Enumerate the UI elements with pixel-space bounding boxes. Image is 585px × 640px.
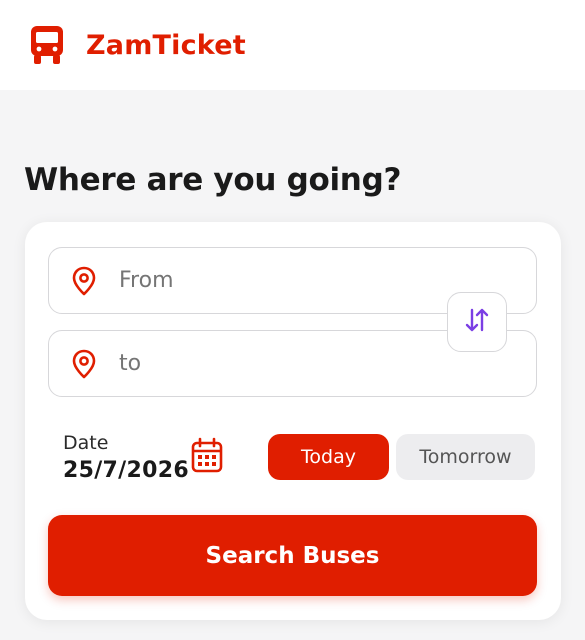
calendar-icon[interactable] (190, 437, 224, 475)
date-value: 25/7/2026 (63, 458, 189, 483)
brand-name: ZamTicket (86, 29, 246, 61)
swap-vertical-arrows-icon (462, 305, 492, 339)
swap-button[interactable] (447, 292, 507, 352)
tomorrow-chip[interactable]: Tomorrow (396, 434, 535, 480)
search-card: Date 25/7/2026 Today Tomorrow Search Bus… (25, 222, 561, 620)
date-label: Date (63, 432, 109, 454)
bus-icon (30, 25, 64, 65)
location-pin-icon (71, 349, 97, 379)
from-input[interactable] (119, 268, 419, 293)
to-input[interactable] (119, 351, 419, 376)
search-buses-button[interactable]: Search Buses (48, 515, 537, 596)
location-pin-icon (71, 266, 97, 296)
app: ZamTicket Where are you going? From to D… (0, 0, 585, 640)
today-chip[interactable]: Today (268, 434, 389, 480)
date-display: Date 25/7/2026 (63, 432, 189, 483)
header: ZamTicket (0, 0, 585, 90)
page-title: Where are you going? (24, 162, 402, 198)
